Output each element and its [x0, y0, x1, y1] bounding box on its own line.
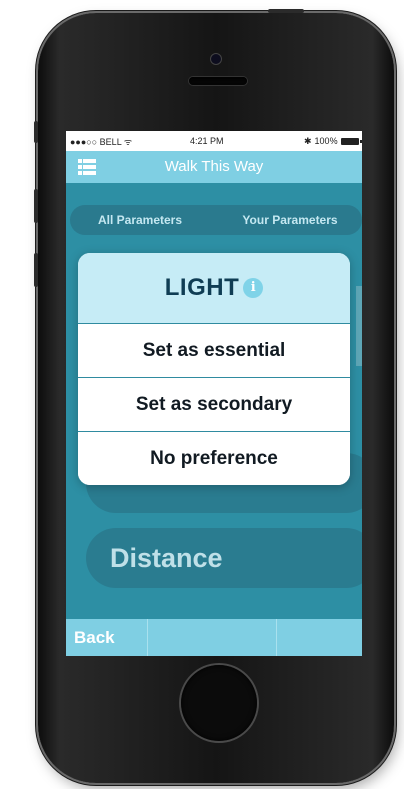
clock: 4:21 PM [190, 136, 224, 146]
parameter-row-distance[interactable]: Distance [86, 528, 362, 588]
parameter-segmented-control: All Parameters Your Parameters [70, 205, 362, 235]
battery-status: ✱ 100% [304, 135, 362, 147]
set-secondary-button[interactable]: Set as secondary [78, 378, 350, 432]
volume-down-button [34, 253, 38, 287]
bottom-toolbar: Back [66, 619, 362, 656]
app-screen: ●●●○○ BELL ᯤ 4:21 PM ✱ 100% Walk This Wa… [66, 131, 362, 656]
popup-title: LIGHT [164, 274, 240, 301]
scroll-indicator [356, 286, 362, 366]
popup-header: LIGHT i [78, 253, 350, 324]
parameter-preference-popup: LIGHT i Set as essential Set as secondar… [78, 253, 350, 485]
tab-your-parameters[interactable]: Your Parameters [214, 205, 362, 235]
set-essential-button[interactable]: Set as essential [78, 324, 350, 378]
home-button[interactable] [181, 665, 257, 741]
volume-up-button [34, 189, 38, 223]
battery-icon [340, 137, 362, 145]
menu-list-icon[interactable] [78, 159, 96, 176]
back-button[interactable]: Back [66, 619, 148, 656]
parameter-label-distance: Distance [110, 543, 223, 573]
status-bar: ●●●○○ BELL ᯤ 4:21 PM ✱ 100% [66, 131, 362, 151]
tab-all-parameters[interactable]: All Parameters [70, 205, 210, 235]
battery-percent: 100% [314, 136, 338, 146]
carrier-label: ●●●○○ BELL ᯤ [70, 136, 133, 147]
no-preference-button[interactable]: No preference [78, 432, 350, 485]
earpiece-speaker [189, 77, 247, 85]
app-title: Walk This Way [164, 158, 264, 175]
mute-switch [34, 121, 38, 143]
toolbar-slot [148, 619, 277, 656]
info-icon[interactable]: i [243, 278, 264, 298]
toolbar-slot [277, 619, 362, 656]
front-camera [211, 54, 221, 64]
power-button [268, 9, 304, 13]
navigation-bar: Walk This Way [66, 151, 362, 183]
bluetooth-icon: ✱ [304, 135, 312, 146]
